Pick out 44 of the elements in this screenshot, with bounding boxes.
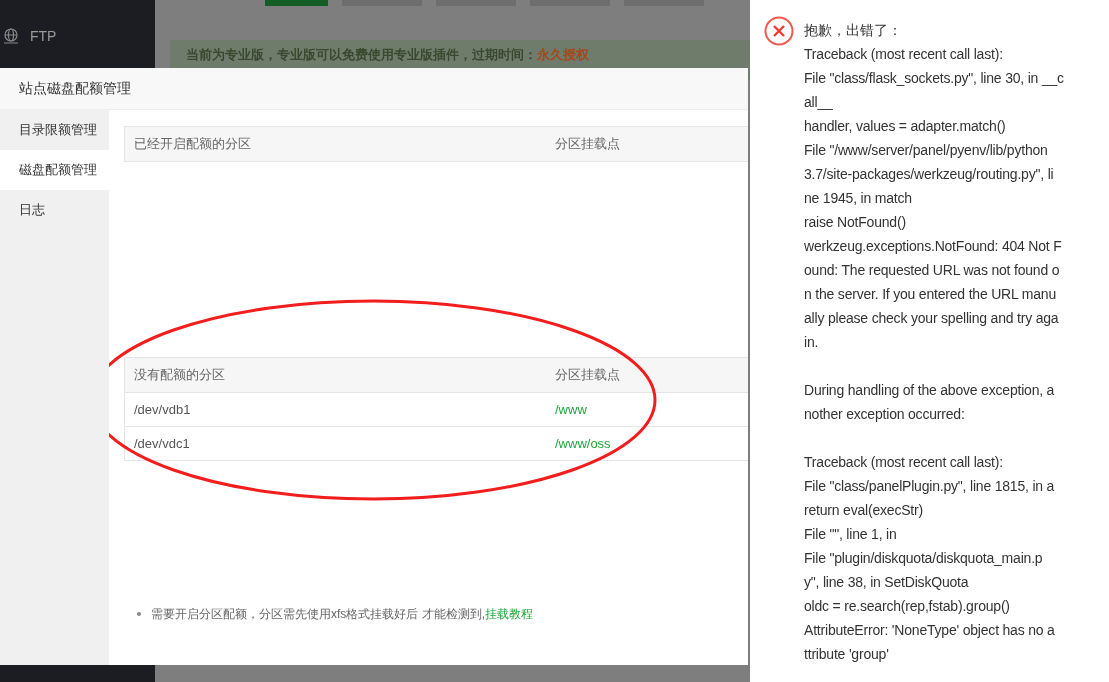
error-line: ally please check your spelling and try aga bbox=[804, 309, 1060, 328]
error-line: ttribute 'group' bbox=[804, 645, 890, 664]
error-line: AttributeError: 'NoneType' object has no a bbox=[804, 621, 1056, 640]
tab[interactable] bbox=[265, 0, 328, 6]
error-icon bbox=[764, 16, 794, 46]
error-line: oldc = re.search(rep,fstab).group() bbox=[804, 597, 1011, 616]
error-line: werkzeug.exceptions.NotFound: 404 Not F bbox=[804, 237, 1063, 256]
error-line: File "", line 1, in bbox=[804, 525, 898, 544]
column-header: 没有配额的分区 bbox=[133, 366, 226, 385]
error-line: y", line 38, in SetDiskQuota bbox=[804, 573, 970, 592]
error-line: in. bbox=[804, 333, 820, 352]
bullet-icon bbox=[137, 612, 141, 616]
error-line: File "class/flask_sockets.py", line 30, in __c bbox=[804, 69, 1064, 88]
globe-icon bbox=[2, 27, 20, 45]
sidebar-item[interactable]: FTP bbox=[30, 25, 57, 47]
table-cell-text: /www/oss bbox=[555, 434, 612, 453]
error-line: return eval(execStr) bbox=[804, 501, 924, 520]
error-line: ound: The requested URL was not found o bbox=[804, 261, 1061, 280]
column-header: 分区挂载点 bbox=[555, 135, 621, 154]
banner-text: 当前为专业版，专业版可以免费使用专业版插件，过期时间：永久授权 bbox=[186, 46, 589, 64]
table-cell-text: /www bbox=[555, 400, 588, 419]
error-line: ne 1945, in match bbox=[804, 189, 913, 208]
menu-item[interactable]: 目录限额管理 bbox=[0, 110, 109, 150]
table-cell-text: /dev/vdb1 bbox=[133, 400, 192, 419]
error-line: File "/www/server/panel/pyenv/lib/python bbox=[804, 141, 1049, 160]
error-line: nother exception occurred: bbox=[804, 405, 966, 424]
error-line: raise NotFound() bbox=[804, 213, 907, 232]
menu-item[interactable]: 日志 bbox=[0, 190, 109, 230]
error-line: Traceback (most recent call last): bbox=[804, 45, 1004, 64]
error-title: 抱歉，出错了： bbox=[804, 21, 903, 40]
column-header: 分区挂载点 bbox=[555, 366, 621, 385]
error-line: all__ bbox=[804, 93, 834, 112]
error-line: Traceback (most recent call last): bbox=[804, 453, 1004, 472]
menu-item[interactable]: 磁盘配额管理 bbox=[0, 150, 109, 190]
dialog-title: 站点磁盘配额管理 bbox=[19, 79, 131, 98]
table-cell-text: /dev/vdc1 bbox=[133, 434, 191, 453]
note-text: 需要开启分区配额，分区需先使用xfs格式挂载好后 才能检测到,挂载教程 bbox=[151, 606, 533, 623]
error-line: handler, values = adapter.match() bbox=[804, 117, 1007, 136]
error-line: File "class/panelPlugin.py", line 1815, in a bbox=[804, 477, 1056, 496]
error-line: n the server. If you entered the URL manu bbox=[804, 285, 1057, 304]
error-line: File "plugin/diskquota/diskquota_main.p bbox=[804, 549, 1044, 568]
error-line: 3.7/site-packages/werkzeug/routing.py", li bbox=[804, 165, 1055, 184]
error-line: During handling of the above exception, a bbox=[804, 381, 1056, 400]
column-header: 已经开启配额的分区 bbox=[133, 135, 252, 154]
